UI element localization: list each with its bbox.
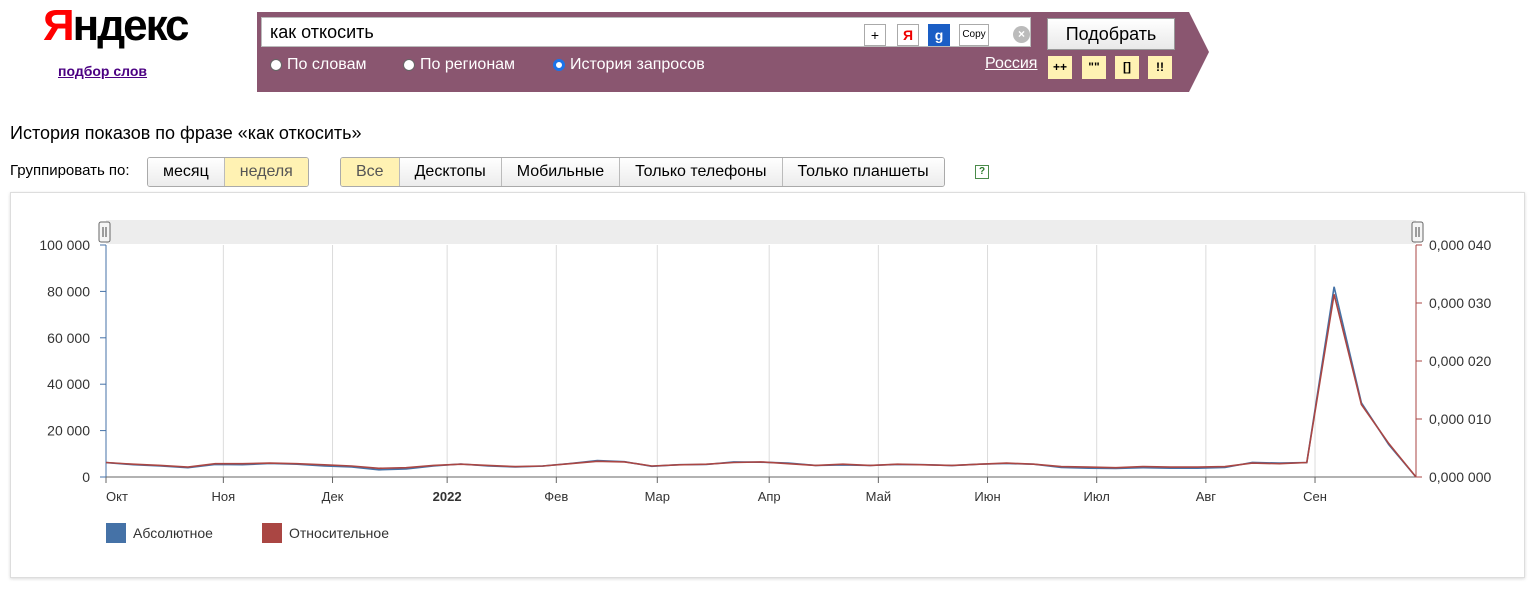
series-line-absolute bbox=[105, 286, 1417, 478]
wordstat-link[interactable]: подбор слов bbox=[58, 63, 147, 79]
series-line-relative bbox=[105, 294, 1417, 478]
radio-dot bbox=[403, 59, 415, 71]
y2-tick-label: 0,000 000 bbox=[1429, 469, 1491, 485]
x-tick-label: Дек bbox=[322, 489, 344, 504]
radio-dot bbox=[270, 59, 282, 71]
x-tick-label: Мар bbox=[645, 489, 670, 504]
x-tick-label: Июл bbox=[1083, 489, 1109, 504]
range-handle-right[interactable] bbox=[1411, 221, 1424, 243]
group-by-label: Группировать по: bbox=[10, 162, 130, 179]
operator-quotes-button[interactable]: "" bbox=[1082, 56, 1106, 79]
y-tick-label: 100 000 bbox=[39, 237, 90, 253]
device-filter: Все Десктопы Мобильные Только телефоны Т… bbox=[340, 157, 945, 187]
x-tick-label: Апр bbox=[758, 489, 781, 504]
operator-plus-button[interactable]: ++ bbox=[1048, 56, 1072, 79]
x-tick-label: Июн bbox=[974, 489, 1000, 504]
legend-label[interactable]: Относительное bbox=[289, 525, 389, 541]
help-icon[interactable]: ? bbox=[975, 165, 989, 179]
x-tick-label: Окт bbox=[106, 489, 128, 504]
region-selector[interactable]: Россия bbox=[985, 55, 1037, 73]
y-tick-label: 20 000 bbox=[47, 423, 90, 439]
plus-button[interactable]: + bbox=[864, 24, 886, 46]
y2-tick-label: 0,000 020 bbox=[1429, 353, 1491, 369]
submit-button[interactable]: Подобрать bbox=[1047, 18, 1175, 50]
y-tick-label: 80 000 bbox=[47, 283, 90, 299]
y-tick-label: 0 bbox=[82, 469, 90, 485]
range-navigator[interactable] bbox=[106, 220, 1416, 244]
page-title: История показов по фразе «как откосить» bbox=[10, 123, 362, 143]
device-desktop-button[interactable]: Десктопы bbox=[399, 158, 502, 186]
copy-button[interactable]: Copy bbox=[959, 24, 989, 46]
legend-label[interactable]: Абсолютное bbox=[133, 525, 213, 541]
search-panel: + Я g Copy × Подобрать По словам По реги… bbox=[257, 12, 1209, 92]
group-by-switch: месяц неделя bbox=[147, 157, 309, 187]
operator-brackets-button[interactable]: [] bbox=[1115, 56, 1139, 79]
radio-by-words[interactable]: По словам bbox=[270, 56, 366, 74]
radio-by-regions[interactable]: По регионам bbox=[403, 56, 515, 74]
radio-label: По регионам bbox=[420, 56, 516, 73]
history-chart: Окт Ноя Дек 2022 Фев Мар Апр Май Июн Июл Авг Сен 0 20… bbox=[10, 192, 1525, 578]
device-all-button[interactable]: Все bbox=[341, 158, 400, 186]
y2-tick-label: 0,000 030 bbox=[1429, 295, 1491, 311]
x-tick-label: Фев bbox=[544, 489, 568, 504]
x-tick-label: Авг bbox=[1196, 489, 1217, 504]
radio-history[interactable]: История запросов bbox=[553, 56, 705, 74]
group-week-button[interactable]: неделя bbox=[224, 158, 308, 186]
radio-dot-selected bbox=[553, 59, 565, 71]
x-tick-label: Май bbox=[866, 489, 891, 504]
google-search-button[interactable]: g bbox=[928, 24, 950, 46]
device-phones-button[interactable]: Только телефоны bbox=[620, 158, 783, 186]
operator-exclamation-button[interactable]: !! bbox=[1148, 56, 1172, 79]
legend-swatch[interactable] bbox=[262, 523, 282, 543]
x-tick-label: Ноя bbox=[212, 489, 236, 504]
clear-icon[interactable]: × bbox=[1013, 26, 1030, 43]
radio-label: По словам bbox=[287, 56, 367, 73]
device-mobile-button[interactable]: Мобильные bbox=[501, 158, 621, 186]
y2-tick-label: 0,000 040 bbox=[1429, 237, 1491, 253]
range-handle-left[interactable] bbox=[98, 221, 111, 243]
logo-first-letter: Я bbox=[43, 1, 75, 50]
legend-swatch[interactable] bbox=[106, 523, 126, 543]
x-tick-label: 2022 bbox=[433, 489, 462, 504]
chart-svg: Окт Ноя Дек 2022 Фев Мар Апр Май Июн Июл Авг Сен 0 20… bbox=[39, 220, 1491, 543]
y-tick-label: 40 000 bbox=[47, 376, 90, 392]
yandex-search-button[interactable]: Я bbox=[897, 24, 919, 46]
radio-label: История запросов bbox=[570, 56, 705, 73]
y-tick-label: 60 000 bbox=[47, 330, 90, 346]
device-tablets-button[interactable]: Только планшеты bbox=[782, 158, 944, 186]
logo-rest: ндекс bbox=[72, 1, 190, 50]
group-month-button[interactable]: месяц bbox=[148, 158, 225, 186]
yandex-logo[interactable]: Яндекс bbox=[43, 1, 190, 50]
x-tick-label: Сен bbox=[1303, 489, 1327, 504]
y2-tick-label: 0,000 010 bbox=[1429, 411, 1491, 427]
